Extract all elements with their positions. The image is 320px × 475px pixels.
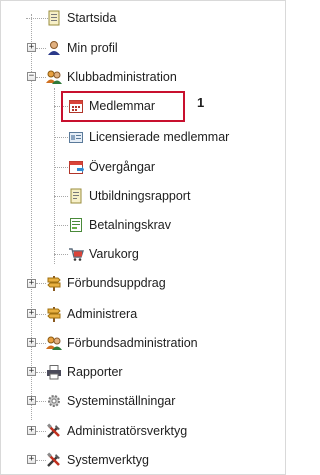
tree-item-label: Systemverktyg: [67, 453, 149, 467]
tree-item-label: Övergångar: [89, 160, 156, 174]
tree-item-systeminstallningar[interactable]: Systeminställningar: [46, 389, 175, 413]
tree-item-varukorg[interactable]: Varukorg: [68, 242, 139, 266]
expand-toggle-administrera[interactable]: +: [27, 309, 36, 318]
tree-item-rapporter[interactable]: Rapporter: [46, 360, 123, 384]
tree-item-licensierade-medlemmar[interactable]: Licensierade medlemmar: [68, 125, 229, 149]
calendar-move-icon: [68, 159, 84, 175]
tree-item-label: Förbundsadministration: [67, 336, 198, 350]
tree-item-label: Varukorg: [89, 247, 139, 261]
tree-item-forbundsadministration[interactable]: Förbundsadministration: [46, 331, 198, 355]
tree-item-administratorsverktyg[interactable]: Administratörsverktyg: [46, 419, 187, 443]
tools-icon: [46, 423, 62, 439]
shopping-cart-icon: [68, 246, 84, 262]
signpost-icon: [46, 306, 62, 322]
invoice-icon: [68, 217, 84, 233]
tree-item-label: Administratörsverktyg: [67, 424, 188, 438]
highlight-box: [61, 91, 185, 122]
users-group-icon: [46, 69, 62, 85]
navigation-tree: Startsida + Min profil − Klubbadministra…: [0, 0, 286, 475]
collapse-toggle-klubbadministration[interactable]: −: [27, 72, 36, 81]
expand-toggle-systemverktyg[interactable]: +: [27, 455, 36, 464]
users-group-icon: [46, 335, 62, 351]
tree-item-min-profil[interactable]: Min profil: [46, 36, 118, 60]
tree-item-label: Min profil: [67, 41, 118, 55]
report-document-icon: [68, 188, 84, 204]
tree-item-label: Förbundsuppdrag: [67, 276, 166, 290]
expand-toggle-forbundsadministration[interactable]: +: [27, 338, 36, 347]
tree-item-label: Licensierade medlemmar: [89, 130, 230, 144]
tree-item-label: Klubbadministration: [67, 70, 177, 84]
expand-toggle-systeminstallningar[interactable]: +: [27, 396, 36, 405]
expand-toggle-rapporter[interactable]: +: [27, 367, 36, 376]
expand-toggle-administratorsverktyg[interactable]: +: [27, 426, 36, 435]
tree-item-administrera[interactable]: Administrera: [46, 302, 137, 326]
tree-item-klubbadministration[interactable]: Klubbadministration: [46, 65, 177, 89]
tools-icon: [46, 452, 62, 468]
signpost-icon: [46, 275, 62, 291]
tree-item-startsida[interactable]: Startsida: [46, 6, 116, 30]
tree-item-label: Administrera: [67, 307, 138, 321]
expand-toggle-min-profil[interactable]: +: [27, 43, 36, 52]
tree-item-betalningskrav[interactable]: Betalningskrav: [68, 213, 171, 237]
tree-item-utbildningsrapport[interactable]: Utbildningsrapport: [68, 184, 190, 208]
id-card-icon: [68, 129, 84, 145]
tree-item-label: Utbildningsrapport: [89, 189, 191, 203]
tree-item-forbundsuppdrag[interactable]: Förbundsuppdrag: [46, 271, 166, 295]
tree-item-overgangar[interactable]: Övergångar: [68, 155, 155, 179]
callout-number: 1: [197, 95, 205, 110]
user-icon: [46, 40, 62, 56]
tree-item-systemverktyg[interactable]: Systemverktyg: [46, 448, 149, 472]
document-icon: [46, 10, 62, 26]
expand-toggle-forbundsuppdrag[interactable]: +: [27, 279, 36, 288]
printer-icon: [46, 364, 62, 380]
tree-item-label: Rapporter: [67, 365, 123, 379]
tree-item-label: Systeminställningar: [67, 394, 176, 408]
tree-item-label: Startsida: [67, 11, 117, 25]
tree-item-label: Betalningskrav: [89, 218, 171, 232]
gear-icon: [46, 393, 62, 409]
